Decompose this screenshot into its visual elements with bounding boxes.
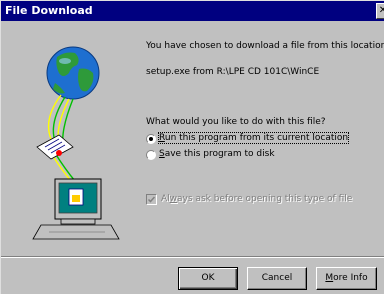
checkmark-icon	[147, 196, 156, 203]
more-info-label: ore Info	[333, 273, 368, 283]
question-text: What would you like to do with this file…	[146, 117, 326, 127]
save-program-radio[interactable]	[146, 150, 156, 160]
run-program-radio[interactable]	[146, 134, 156, 144]
file-download-dialog: File Download ✕ You have chosen to downl…	[0, 0, 384, 294]
intro-text: You have chosen to download a file from …	[146, 41, 384, 51]
ok-label: OK	[201, 273, 215, 283]
save-program-label[interactable]: Save this program to disk	[159, 149, 275, 159]
title-bar: File Download ✕	[1, 1, 384, 21]
always-rest: ays ask before opening this type of file	[177, 194, 353, 204]
run-label-rest: un this program from its current locatio…	[164, 133, 349, 143]
always-ask-label[interactable]: Always ask before opening this type of f…	[161, 194, 352, 204]
window-title: File Download	[5, 4, 93, 17]
cancel-label: Cancel	[261, 273, 293, 283]
more-info-button[interactable]: More Info	[316, 267, 377, 290]
run-program-label[interactable]: Run this program from its current locati…	[157, 132, 350, 144]
save-label-rest: ave this program to disk	[164, 149, 275, 159]
close-icon: ✕	[378, 5, 384, 16]
always-accel: w	[169, 194, 178, 204]
source-text: setup.exe from R:\LPE CD 101C\WinCE	[146, 67, 320, 77]
globe-icon	[46, 46, 100, 100]
cancel-button[interactable]: Cancel	[247, 267, 307, 290]
always-pre: Al	[161, 194, 170, 204]
always-ask-checkbox[interactable]	[146, 194, 157, 205]
ok-button[interactable]: OK	[178, 267, 238, 290]
download-illustration	[32, 46, 120, 240]
computer-icon	[32, 178, 120, 240]
radio-selected-dot	[149, 137, 153, 141]
document-icon	[36, 134, 74, 160]
separator-highlight	[1, 257, 384, 258]
more-info-accel: M	[325, 273, 334, 283]
close-button[interactable]: ✕	[376, 3, 384, 19]
